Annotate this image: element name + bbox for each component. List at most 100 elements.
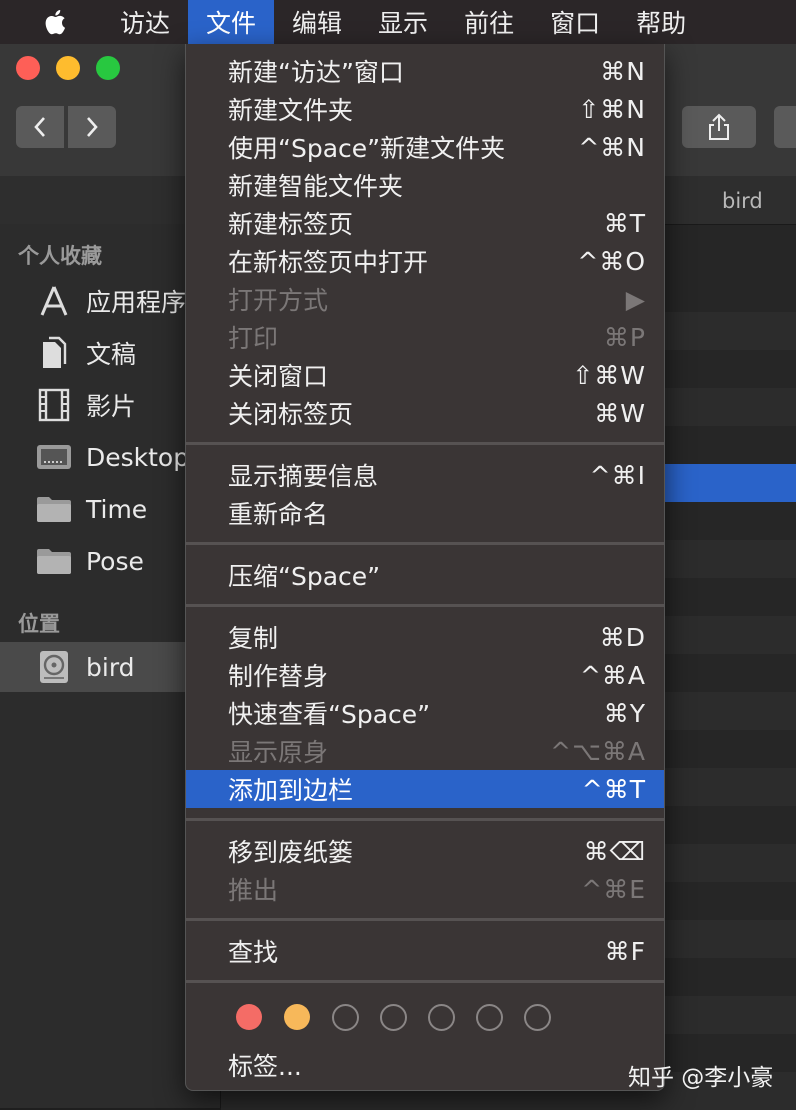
menu-item-new-tab[interactable]: 新建标签页 ⌘T bbox=[186, 204, 664, 242]
tag-red-button[interactable] bbox=[236, 1004, 262, 1030]
menu-item-shortcut: ^⌘I bbox=[589, 460, 646, 490]
menu-item-label: 制作替身 bbox=[228, 662, 329, 691]
menu-item-quick-look[interactable]: 快速查看“Space” ⌘Y bbox=[186, 694, 664, 732]
sidebar-item-label: Time bbox=[86, 494, 148, 524]
sidebar-item-label: bird bbox=[86, 652, 135, 682]
menu-item-compress[interactable]: 压缩“Space” bbox=[186, 556, 664, 594]
menu-item-shortcut: ⌘D bbox=[599, 622, 646, 652]
menu-item-close-tab[interactable]: 关闭标签页 ⌘W bbox=[186, 394, 664, 432]
menu-item-label: 移到废纸篓 bbox=[228, 838, 354, 867]
applications-icon bbox=[36, 283, 72, 319]
menu-item-shortcut: ⌘N bbox=[600, 56, 646, 86]
menu-item-new-smart-folder[interactable]: 新建智能文件夹 bbox=[186, 166, 664, 204]
menu-item-shortcut: ⇧⌘N bbox=[578, 94, 646, 124]
tag-orange-button[interactable] bbox=[284, 1004, 310, 1030]
menu-item-shortcut: ⌘T bbox=[603, 208, 646, 238]
menu-item-eject: 推出 ^⌘E bbox=[186, 870, 664, 908]
menubar-finder[interactable]: 访达 bbox=[102, 0, 188, 44]
menu-separator bbox=[186, 604, 664, 607]
tag-empty-button[interactable] bbox=[380, 1004, 407, 1031]
menu-item-tags[interactable]: 标签... bbox=[186, 1046, 664, 1084]
tag-empty-button[interactable] bbox=[476, 1004, 503, 1031]
sidebar-item-label: Pose bbox=[86, 546, 144, 576]
apple-logo-icon[interactable] bbox=[44, 9, 66, 35]
menu-item-label: 显示原身 bbox=[228, 738, 329, 767]
desktop-folder-icon bbox=[36, 439, 72, 475]
zoom-window-button[interactable] bbox=[96, 56, 120, 80]
menu-item-new-folder-with-selection[interactable]: 使用“Space”新建文件夹 ^⌘N bbox=[186, 128, 664, 166]
menubar-go[interactable]: 前往 bbox=[446, 0, 532, 44]
close-window-button[interactable] bbox=[16, 56, 40, 80]
file-menu: 新建“访达”窗口 ⌘N 新建文件夹 ⇧⌘N 使用“Space”新建文件夹 ^⌘N 新建… bbox=[185, 44, 665, 1091]
menu-item-label: 关闭窗口 bbox=[228, 362, 329, 391]
tag-empty-button[interactable] bbox=[428, 1004, 455, 1031]
tag-empty-button[interactable] bbox=[524, 1004, 551, 1031]
folder-icon bbox=[36, 491, 72, 527]
menu-separator bbox=[186, 918, 664, 921]
menu-item-duplicate[interactable]: 复制 ⌘D bbox=[186, 618, 664, 656]
menu-item-rename[interactable]: 重新命名 bbox=[186, 494, 664, 532]
sidebar-item-label: 应用程序 bbox=[86, 288, 187, 317]
menu-item-label: 新建标签页 bbox=[228, 210, 354, 239]
back-button[interactable] bbox=[16, 106, 64, 148]
menubar-view[interactable]: 显示 bbox=[360, 0, 446, 44]
menu-item-show-original: 显示原身 ^⌥⌘A bbox=[186, 732, 664, 770]
sidebar-item-label: 文稿 bbox=[86, 340, 137, 369]
menu-item-shortcut: ^⌘T bbox=[581, 774, 646, 804]
menu-item-shortcut: ⇧⌘W bbox=[572, 360, 646, 390]
menu-separator bbox=[186, 818, 664, 821]
menu-item-shortcut: ⌘F bbox=[604, 936, 646, 966]
sidebar-item-label: 影片 bbox=[86, 392, 137, 421]
movies-icon bbox=[36, 387, 72, 423]
toolbar-button[interactable] bbox=[774, 106, 796, 148]
tag-empty-button[interactable] bbox=[332, 1004, 359, 1031]
folder-icon bbox=[36, 543, 72, 579]
disk-icon bbox=[36, 649, 72, 685]
menu-item-move-to-trash[interactable]: 移到废纸篓 ⌘⌫ bbox=[186, 832, 664, 870]
menu-item-shortcut: ⌘⌫ bbox=[583, 836, 646, 866]
minimize-window-button[interactable] bbox=[56, 56, 80, 80]
menu-item-shortcut: ^⌥⌘A bbox=[550, 736, 646, 766]
menu-item-add-to-sidebar[interactable]: 添加到边栏 ^⌘T bbox=[186, 770, 664, 808]
menu-item-label: 使用“Space”新建文件夹 bbox=[228, 134, 506, 163]
menu-item-get-info[interactable]: 显示摘要信息 ^⌘I bbox=[186, 456, 664, 494]
menu-item-label: 压缩“Space” bbox=[228, 562, 381, 591]
menu-item-label: 复制 bbox=[228, 624, 279, 653]
menu-item-label: 查找 bbox=[228, 938, 279, 967]
forward-button[interactable] bbox=[68, 106, 116, 148]
menu-item-shortcut: ^⌘E bbox=[581, 874, 646, 904]
menubar-file[interactable]: 文件 bbox=[188, 0, 275, 44]
menu-item-new-folder[interactable]: 新建文件夹 ⇧⌘N bbox=[186, 90, 664, 128]
share-button[interactable] bbox=[682, 106, 756, 148]
menu-item-label: 重新命名 bbox=[228, 500, 329, 529]
window-title: bird bbox=[722, 189, 763, 213]
menubar-help[interactable]: 帮助 bbox=[618, 0, 704, 44]
menu-item-shortcut: ⌘Y bbox=[603, 698, 646, 728]
sidebar-heading-favorites: 个人收藏 bbox=[18, 244, 102, 268]
menu-item-shortcut: ^⌘A bbox=[579, 660, 646, 690]
menu-bar: 访达 文件 编辑 显示 前往 窗口 帮助 bbox=[0, 0, 796, 44]
menu-item-find[interactable]: 查找 ⌘F bbox=[186, 932, 664, 970]
menubar-edit[interactable]: 编辑 bbox=[274, 0, 360, 44]
menu-item-label: 打印 bbox=[228, 324, 279, 353]
menu-item-shortcut: ^⌘N bbox=[578, 132, 646, 162]
menu-separator bbox=[186, 980, 664, 983]
documents-icon bbox=[36, 335, 72, 371]
submenu-arrow-icon: ▶ bbox=[625, 284, 646, 314]
share-icon bbox=[709, 113, 729, 140]
menu-separator bbox=[186, 542, 664, 545]
menu-item-label: 打开方式 bbox=[228, 286, 329, 315]
menu-item-new-finder-window[interactable]: 新建“访达”窗口 ⌘N bbox=[186, 52, 664, 90]
menu-item-open-in-new-tab[interactable]: 在新标签页中打开 ^⌘O bbox=[186, 242, 664, 280]
menu-item-open-with: 打开方式 ▶ bbox=[186, 280, 664, 318]
menu-item-make-alias[interactable]: 制作替身 ^⌘A bbox=[186, 656, 664, 694]
menu-item-label: 新建“访达”窗口 bbox=[228, 58, 404, 87]
menu-item-label: 新建智能文件夹 bbox=[228, 172, 404, 201]
menu-item-print: 打印 ⌘P bbox=[186, 318, 664, 356]
menu-item-label: 新建文件夹 bbox=[228, 96, 354, 125]
menu-item-label: 显示摘要信息 bbox=[228, 462, 379, 491]
menu-item-label: 推出 bbox=[228, 876, 279, 905]
menubar-window[interactable]: 窗口 bbox=[532, 0, 618, 44]
menu-item-close-window[interactable]: 关闭窗口 ⇧⌘W bbox=[186, 356, 664, 394]
menu-item-label: 添加到边栏 bbox=[228, 776, 354, 805]
